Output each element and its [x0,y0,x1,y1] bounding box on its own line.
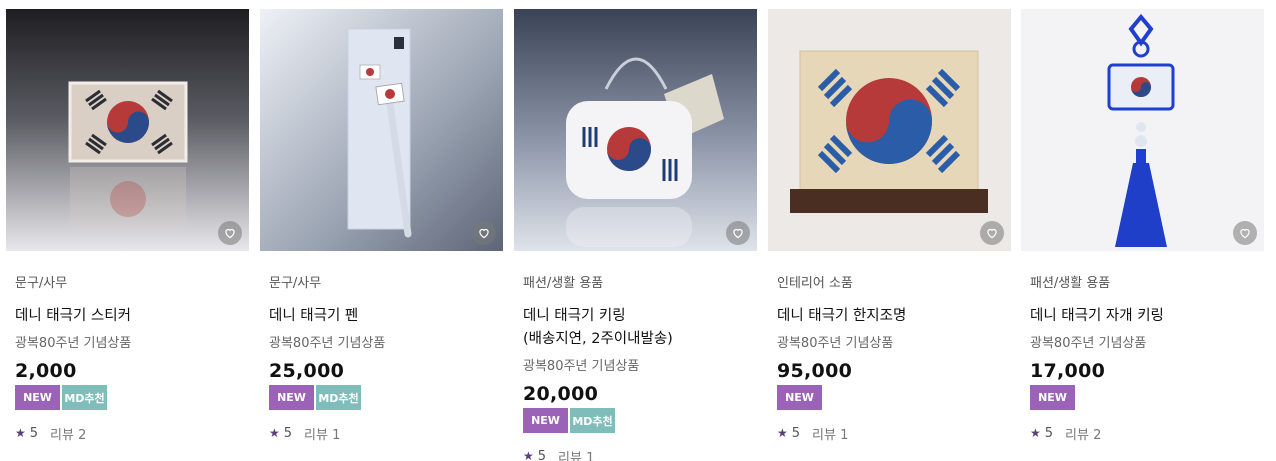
rating-score: 5 [791,425,801,441]
product-category: 패션/생활 용품 [1030,276,1111,291]
product-image[interactable] [514,9,757,251]
flag-pouch-keyring-image [514,9,757,251]
new-badge: NEW [269,385,314,410]
product-price: 17,000 [1030,360,1106,382]
product-title[interactable]: 데니 태극기 스티커 [15,305,240,328]
star-icon: ★ [15,426,26,440]
product-subtitle: 광복80주년 기념상품 [777,336,894,351]
heart-icon [987,228,997,239]
product-subtitle: 광복80주년 기념상품 [269,336,386,351]
badge-list: NEW MD추천 [15,385,240,410]
badge-list: NEW MD추천 [269,385,494,410]
new-badge: NEW [15,385,60,410]
product-subtitle: 광복80주년 기념상품 [15,336,132,351]
wishlist-heart-button[interactable] [1233,221,1257,245]
heart-icon [225,228,235,239]
review-count: 리뷰 1 [558,450,595,461]
product-image[interactable] [1021,9,1264,251]
product-price: 25,000 [269,360,345,382]
new-badge: NEW [523,408,568,433]
heart-icon [479,228,489,239]
product-price: 20,000 [523,383,599,405]
badge-list: NEW MD추천 [523,408,748,433]
flag-pen-image [260,9,503,251]
product-card[interactable]: 문구/사무 데니 태극기 스티커 광복80주년 기념상품 2,000 NEW M… [6,9,249,443]
product-subtitle: 광복80주년 기념상품 [523,359,640,374]
product-category: 문구/사무 [15,276,68,291]
product-title[interactable]: 데니 태극기 펜 [269,305,494,328]
product-category: 인테리어 소품 [777,276,853,291]
md-pick-badge: MD추천 [570,408,615,433]
badge-list: NEW [777,385,1002,410]
rating-row: ★ 5 리뷰 2 [15,424,240,443]
product-category: 문구/사무 [269,276,322,291]
wishlist-heart-button[interactable] [726,221,750,245]
rating-score: 5 [29,425,39,441]
wishlist-heart-button[interactable] [472,221,496,245]
product-card[interactable]: 문구/사무 데니 태극기 펜 광복80주년 기념상품 25,000 NEW MD… [260,9,503,443]
star-icon: ★ [523,449,534,461]
flag-mother-of-pearl-keyring-image [1021,9,1264,251]
heart-icon [1240,228,1250,239]
product-title[interactable]: 데니 태극기 한지조명 [777,305,1002,328]
review-count: 리뷰 1 [812,427,849,443]
rating-score: 5 [537,448,547,461]
md-pick-badge: MD추천 [316,385,361,410]
review-count: 리뷰 2 [1065,427,1102,443]
review-count: 리뷰 2 [50,427,87,443]
review-count: 리뷰 1 [304,427,341,443]
product-title[interactable]: 데니 태극기 자개 키링 [1030,305,1255,328]
product-card[interactable]: 패션/생활 용품 데니 태극기 자개 키링 광복80주년 기념상품 17,000… [1021,9,1264,443]
star-icon: ★ [1030,426,1041,440]
flag-hanji-lamp-image [768,9,1011,251]
product-category: 패션/생활 용품 [523,276,604,291]
product-price: 2,000 [15,360,77,382]
wishlist-heart-button[interactable] [980,221,1004,245]
new-badge: NEW [777,385,822,410]
rating-score: 5 [283,425,293,441]
md-pick-badge: MD추천 [62,385,107,410]
rating-score: 5 [1044,425,1054,441]
product-subtitle: 광복80주년 기념상품 [1030,336,1147,351]
wishlist-heart-button[interactable] [218,221,242,245]
rating-row: ★ 5 리뷰 1 [523,447,748,461]
product-image[interactable] [768,9,1011,251]
star-icon: ★ [269,426,280,440]
product-image[interactable] [260,9,503,251]
new-badge: NEW [1030,385,1075,410]
badge-list: NEW [1030,385,1255,410]
star-icon: ★ [777,426,788,440]
product-title[interactable]: 데니 태극기 키링 (배송지연, 2주이내발송) [523,305,748,351]
product-grid: 문구/사무 데니 태극기 스티커 광복80주년 기념상품 2,000 NEW M… [0,0,1276,461]
rating-row: ★ 5 리뷰 2 [1030,424,1255,443]
rating-row: ★ 5 리뷰 1 [777,424,1002,443]
flag-sticker-image [6,9,249,251]
product-card[interactable]: 인테리어 소품 데니 태극기 한지조명 광복80주년 기념상품 95,000 N… [768,9,1011,443]
product-price: 95,000 [777,360,853,382]
product-image[interactable] [6,9,249,251]
heart-icon [733,228,743,239]
rating-row: ★ 5 리뷰 1 [269,424,494,443]
product-card[interactable]: 패션/생활 용품 데니 태극기 키링 (배송지연, 2주이내발송) 광복80주년… [514,9,757,461]
